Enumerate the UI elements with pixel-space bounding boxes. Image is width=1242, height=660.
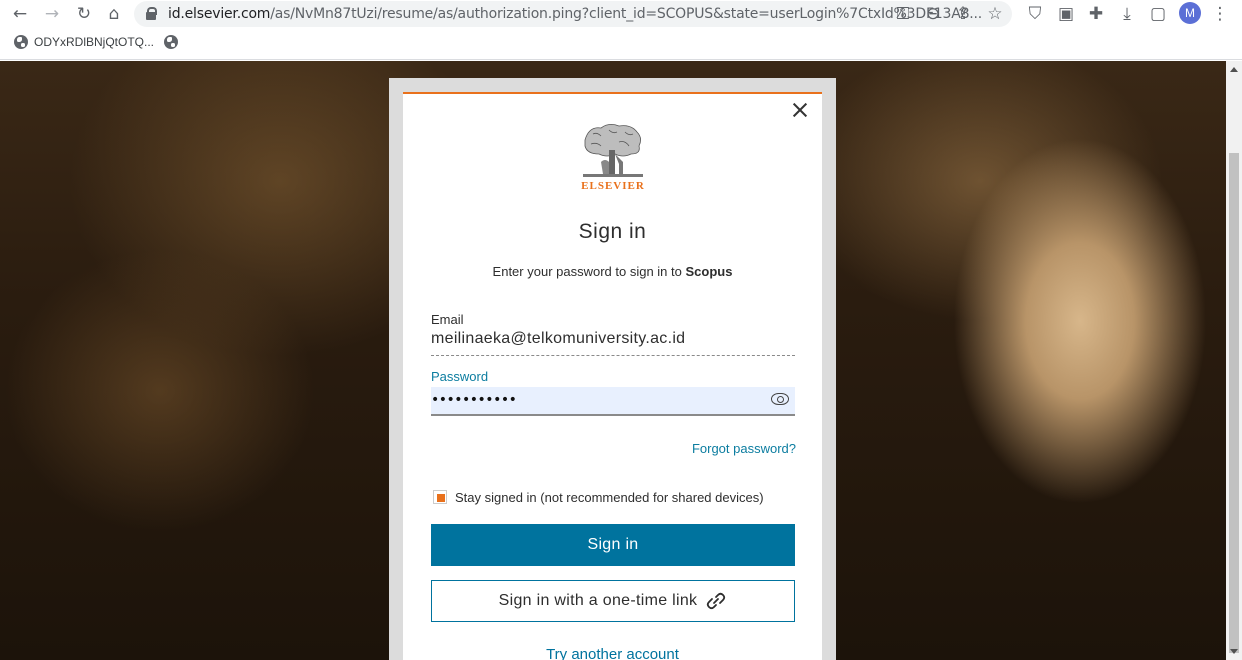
sign-in-dialog: ELSEVIER Sign in Enter your password to …: [403, 92, 822, 660]
extensions-icon[interactable]: ✚: [1085, 3, 1107, 25]
scroll-down-icon[interactable]: [1230, 649, 1238, 654]
sign-in-button[interactable]: Sign in: [431, 524, 795, 566]
password-label: Password: [431, 369, 489, 384]
browser-toolbar: ← → ↻ ⌂ id.elsevier.com/as/NvMn87tUzi/re…: [0, 0, 1242, 30]
modal-overlay: ELSEVIER Sign in Enter your password to …: [389, 78, 836, 660]
subtitle-text: Enter your password to sign in to: [492, 264, 686, 279]
globe-icon: [14, 35, 28, 49]
forgot-password-link[interactable]: Forgot password?: [692, 441, 796, 456]
one-time-link-label: Sign in with a one-time link: [498, 592, 698, 609]
sidepanel-icon[interactable]: ▢: [1147, 3, 1169, 25]
tree-icon: [583, 124, 643, 177]
bookmark-label: ODYxRDlBNjQtOTQ...: [34, 35, 155, 49]
globe-icon: [164, 35, 178, 49]
close-icon[interactable]: [790, 100, 810, 120]
subtitle-app-name: Scopus: [685, 264, 733, 279]
try-another-account-link[interactable]: Try another account: [403, 646, 822, 660]
star-icon[interactable]: ☆: [984, 3, 1006, 25]
url-text[interactable]: id.elsevier.com/as/NvMn87tUzi/resume/as/…: [168, 6, 982, 22]
home-icon[interactable]: ⌂: [103, 3, 125, 25]
menu-icon[interactable]: ⋮: [1209, 3, 1231, 25]
password-value: •••••••••••: [431, 392, 517, 408]
lock-icon[interactable]: [146, 7, 157, 20]
link-icon: [707, 592, 726, 610]
zoom-icon[interactable]: ⊖: [922, 3, 944, 25]
stay-signed-in-label[interactable]: Stay signed in (not recommended for shar…: [455, 490, 764, 505]
address-bar[interactable]: id.elsevier.com/as/NvMn87tUzi/resume/as/…: [134, 1, 1012, 27]
stay-signed-in-checkbox[interactable]: [433, 490, 447, 504]
bookmark-item[interactable]: ODYxRDlBNjQtOTQ...: [14, 35, 154, 49]
show-password-icon[interactable]: [771, 393, 789, 405]
elsevier-logo: ELSEVIER: [579, 120, 647, 196]
page-background: ELSEVIER Sign in Enter your password to …: [0, 61, 1226, 660]
bookmark-item-2[interactable]: [164, 35, 178, 49]
password-field[interactable]: •••••••••••: [431, 387, 795, 416]
scroll-thumb[interactable]: [1229, 153, 1239, 653]
forward-icon[interactable]: →: [41, 3, 63, 25]
email-field[interactable]: meilinaeka@telkomuniversity.ac.id: [431, 330, 795, 356]
subtitle: Enter your password to sign in to Scopus: [403, 264, 822, 279]
bookmarks-bar: ODYxRDlBNjQtOTQ...: [0, 30, 1242, 60]
mendeley-icon[interactable]: ▣: [1055, 3, 1077, 25]
profile-avatar[interactable]: M: [1179, 2, 1201, 24]
email-label: Email: [431, 312, 464, 327]
key-icon[interactable]: ⚿: [892, 3, 914, 25]
logo-text: ELSEVIER: [581, 180, 645, 192]
scrollbar[interactable]: [1226, 61, 1242, 660]
page-title: Sign in: [578, 220, 647, 243]
back-icon[interactable]: ←: [9, 3, 31, 25]
download-icon[interactable]: ⤓: [1116, 3, 1138, 25]
one-time-link-button[interactable]: Sign in with a one-time link: [431, 580, 795, 622]
reload-icon[interactable]: ↻: [73, 3, 95, 25]
avatar-initial: M: [1185, 6, 1195, 20]
shield-icon[interactable]: ⛉: [1024, 3, 1046, 25]
share-icon[interactable]: ⇪: [952, 3, 974, 25]
scroll-up-icon[interactable]: [1230, 67, 1238, 72]
